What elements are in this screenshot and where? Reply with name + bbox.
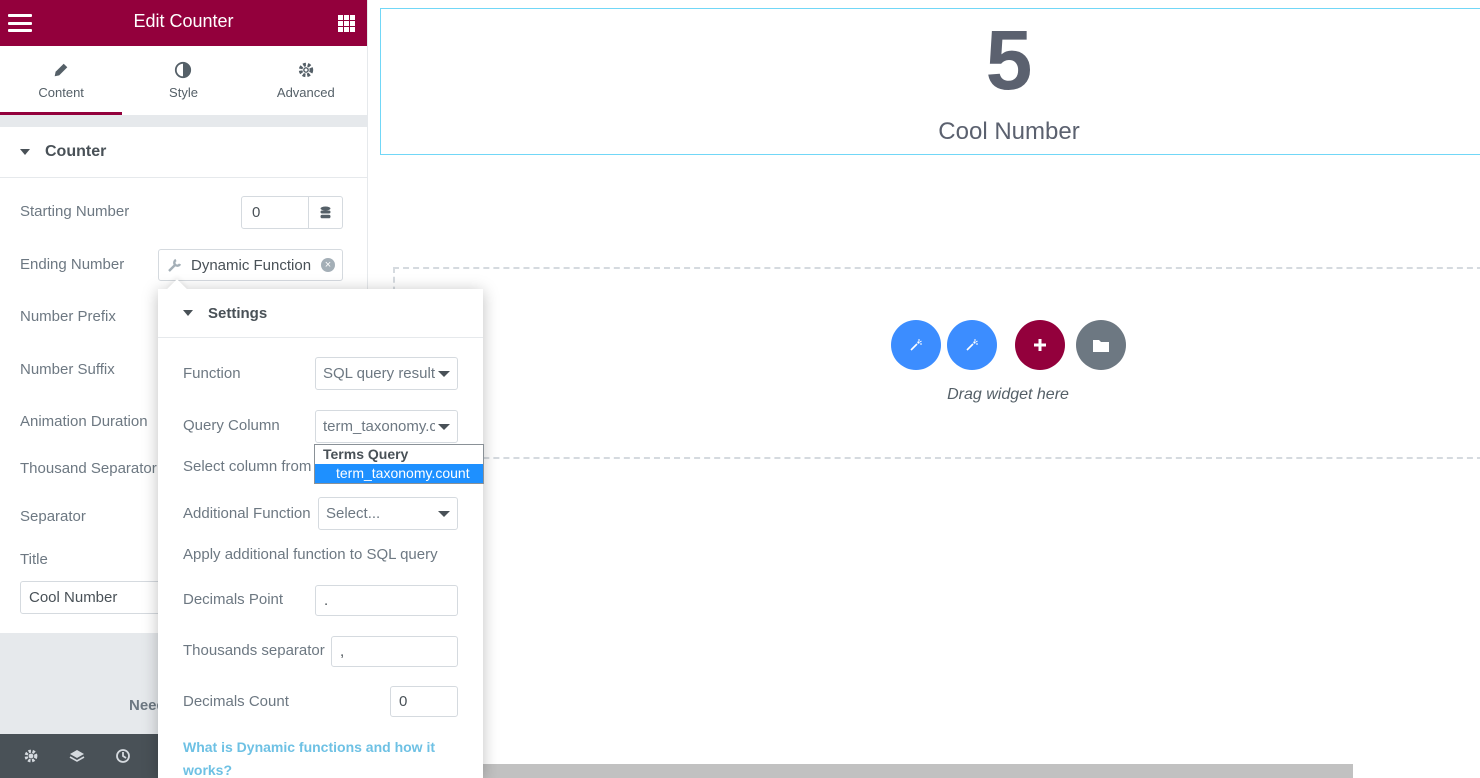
title-label: Title — [20, 551, 48, 568]
wrench-icon — [168, 258, 182, 272]
panel-title: Edit Counter — [133, 11, 234, 31]
tab-label: Content — [38, 85, 84, 100]
pencil-icon — [54, 63, 68, 77]
magic-wand-icon — [966, 339, 978, 351]
dynamic-tags-button[interactable] — [308, 196, 343, 229]
caret-down-icon — [20, 149, 30, 155]
additional-function-help: Apply additional function to SQL query — [183, 546, 438, 563]
tab-content[interactable]: Content — [0, 46, 123, 115]
number-suffix-label: Number Suffix — [20, 361, 115, 378]
footer-history-button[interactable] — [100, 748, 146, 764]
chevron-down-icon — [438, 511, 450, 517]
add-template-button[interactable] — [1076, 320, 1126, 370]
thousands-separator-input[interactable]: , — [331, 636, 458, 667]
dynamic-tag-label: Dynamic Function — [191, 256, 312, 274]
query-column-select[interactable]: term_taxonomy.count — [315, 410, 458, 443]
query-column-dropdown: Terms Query term_taxonomy.count — [314, 444, 484, 484]
panel-header: Edit Counter — [0, 0, 367, 46]
tab-advanced[interactable]: Advanced — [244, 46, 367, 115]
dynamic-functions-help-link[interactable]: What is Dynamic functions and how it wor… — [183, 736, 453, 778]
plus-icon — [1034, 339, 1046, 351]
function-selected: SQL query result — [323, 365, 435, 382]
chevron-down-icon — [438, 371, 450, 377]
footer-navigator-button[interactable] — [54, 748, 100, 764]
starting-number-input[interactable]: 0 — [241, 196, 309, 229]
counter-number: 5 — [985, 13, 1033, 107]
decimals-point-label: Decimals Point — [183, 591, 284, 608]
dropdown-option[interactable]: term_taxonomy.count — [315, 464, 483, 483]
tab-style[interactable]: Style — [122, 46, 245, 115]
decimals-count-input[interactable]: 0 — [390, 686, 458, 717]
section-counter-toggle[interactable]: Counter — [0, 127, 367, 178]
number-prefix-label: Number Prefix — [20, 308, 116, 325]
section-title: Counter — [45, 143, 107, 160]
divider — [0, 115, 367, 127]
query-column-label: Query Column — [183, 417, 280, 434]
panel-tabs: Content Style Advanced — [0, 46, 367, 115]
tab-label: Style — [169, 85, 198, 100]
menu-icon[interactable] — [8, 14, 32, 32]
animation-duration-label: Animation Duration — [20, 413, 148, 430]
popover-section-toggle[interactable]: Settings — [158, 289, 483, 338]
popover-title: Settings — [208, 304, 268, 322]
function-label: Function — [183, 365, 241, 382]
magic-add-button-2[interactable] — [947, 320, 997, 370]
half-circle-icon — [175, 61, 192, 79]
magic-wand-icon — [910, 339, 922, 351]
tab-label: Advanced — [276, 85, 335, 100]
horizontal-scrollbar[interactable] — [483, 764, 1353, 778]
gear-icon — [24, 749, 38, 763]
caret-down-icon — [183, 310, 193, 316]
dynamic-function-tag[interactable]: Dynamic Function × — [158, 249, 343, 281]
thousands-separator-label: Thousands separator — [183, 642, 325, 659]
counter-widget[interactable]: 5 Cool Number — [380, 8, 1480, 155]
gear-icon — [298, 62, 314, 78]
additional-function-label: Additional Function — [183, 505, 311, 522]
widgets-grid-icon[interactable] — [338, 14, 355, 32]
drag-widget-hint: Drag widget here — [947, 386, 1069, 403]
starting-number-label: Starting Number — [20, 203, 130, 220]
layers-icon — [69, 750, 85, 762]
decimals-point-input[interactable]: . — [315, 585, 458, 616]
dynamic-settings-popover: Settings Function SQL query result Query… — [158, 289, 484, 778]
magic-add-button[interactable] — [891, 320, 941, 370]
function-select[interactable]: SQL query result — [315, 357, 458, 390]
counter-title: Cool Number — [938, 118, 1080, 145]
decimals-count-label: Decimals Count — [183, 693, 289, 710]
thousand-separator-label: Thousand Separator — [20, 460, 157, 477]
additional-function-select[interactable]: Select... — [318, 497, 458, 530]
database-icon — [320, 206, 330, 219]
widget-drop-area[interactable] — [393, 267, 1480, 459]
footer-settings-button[interactable] — [8, 748, 54, 764]
dropdown-group-label: Terms Query — [323, 446, 409, 462]
query-column-help: Select column from — [183, 458, 312, 475]
separator-label: Separator — [20, 508, 86, 525]
folder-icon — [1093, 339, 1109, 352]
title-input[interactable]: Cool Number — [20, 581, 170, 614]
chevron-down-icon — [438, 424, 450, 430]
ending-number-label: Ending Number — [20, 256, 125, 273]
query-column-selected: term_taxonomy.count — [323, 418, 435, 435]
remove-tag-icon[interactable]: × — [321, 258, 335, 272]
history-icon — [116, 749, 130, 763]
additional-function-selected: Select... — [326, 505, 381, 522]
add-section-button[interactable] — [1015, 320, 1065, 370]
